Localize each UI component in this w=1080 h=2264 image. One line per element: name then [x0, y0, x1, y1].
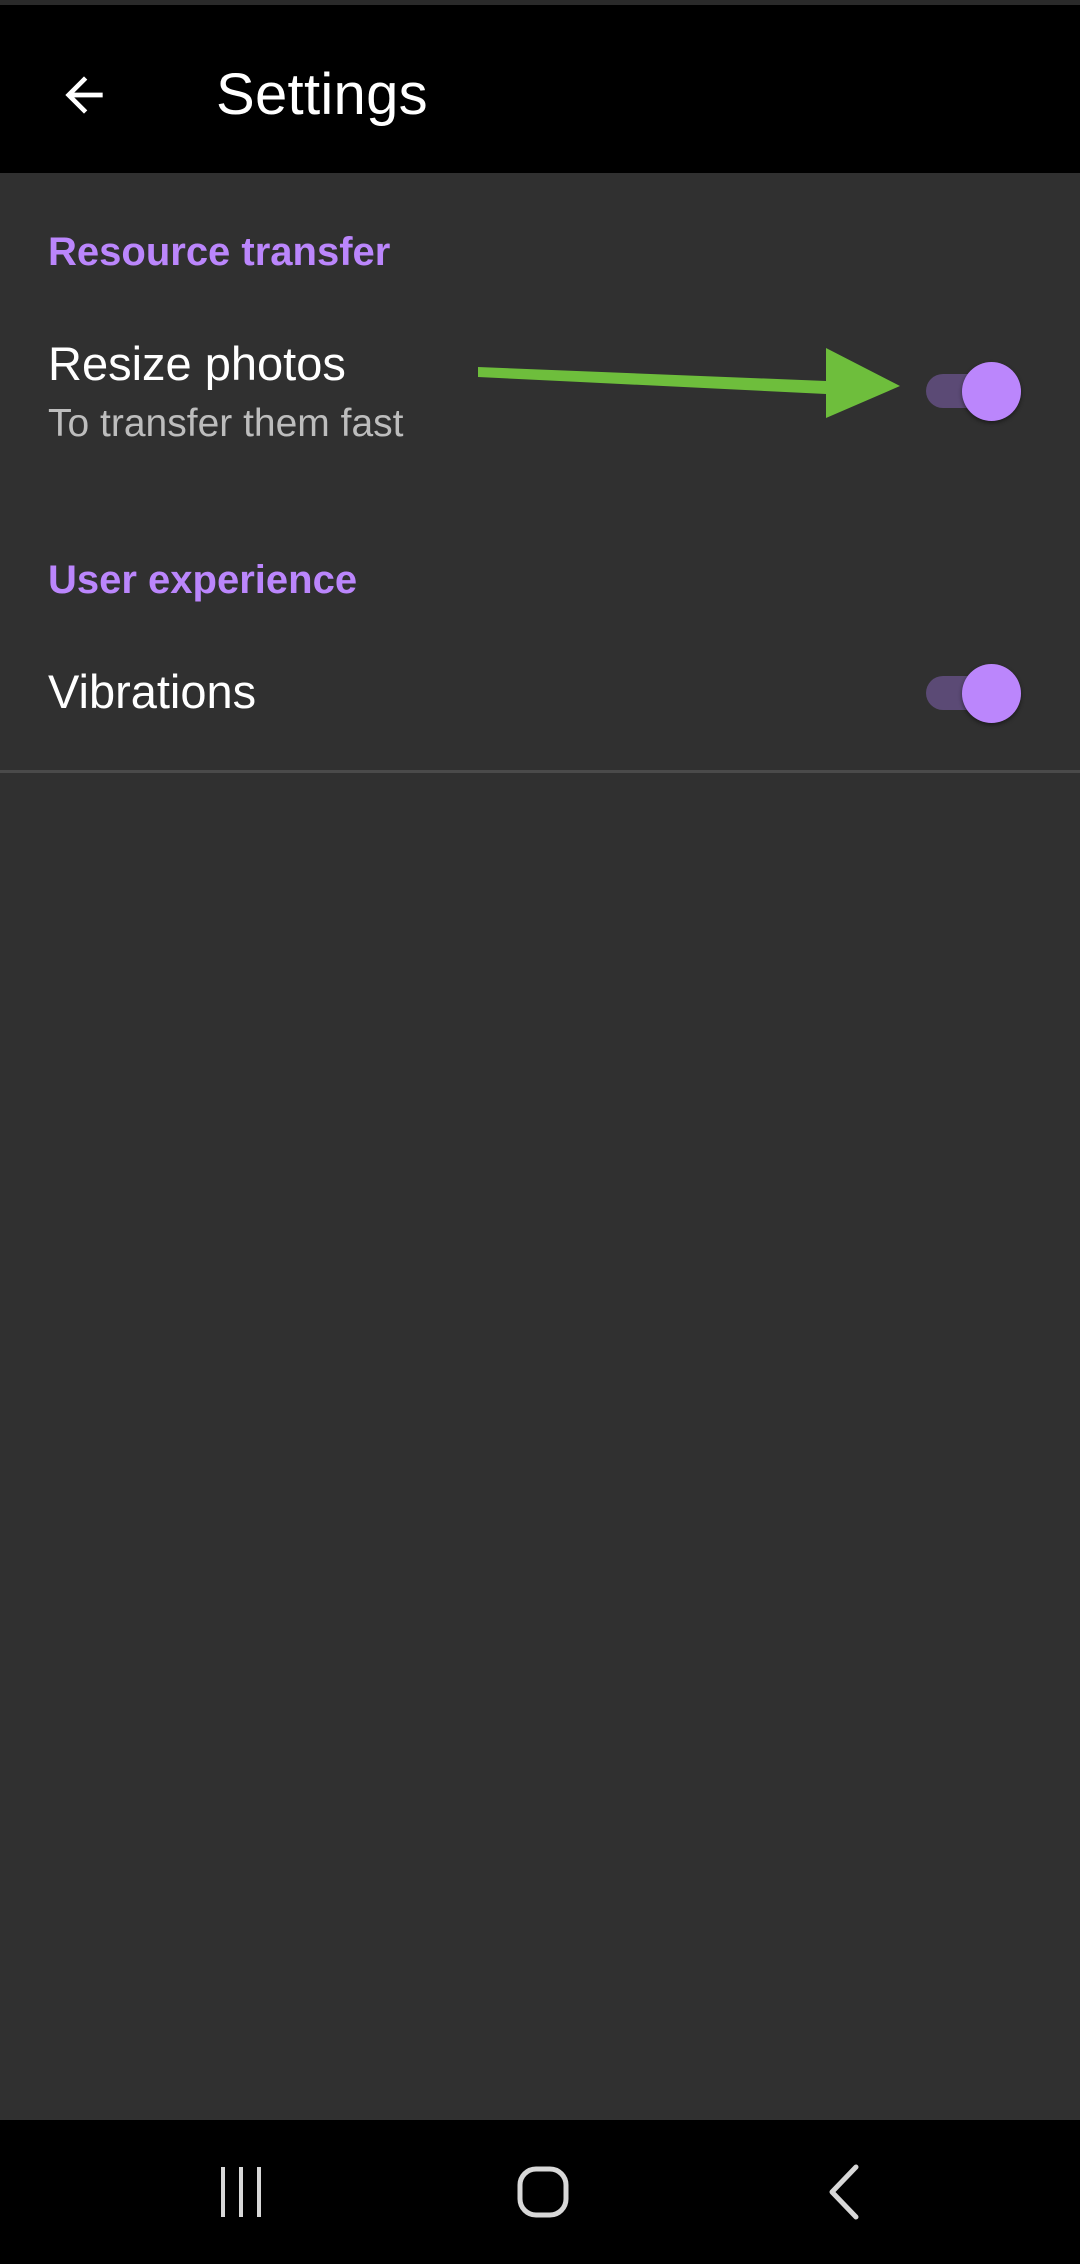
pref-summary-resize-photos: To transfer them fast: [48, 402, 404, 445]
back-button[interactable]: [38, 49, 130, 141]
pref-title-vibrations: Vibrations: [48, 665, 257, 718]
app-bar: Settings: [0, 5, 1080, 173]
system-nav-bar: [0, 2120, 1080, 2264]
home-button[interactable]: [443, 2120, 643, 2264]
settings-screen: Settings Resource transfer Resize photos…: [0, 0, 1080, 2264]
list-divider: [0, 770, 1080, 773]
switch-thumb: [962, 362, 1021, 421]
recent-apps-button[interactable]: [141, 2120, 341, 2264]
green-arrow-icon: [478, 348, 900, 418]
system-back-icon: [829, 2164, 859, 2220]
pref-row-vibrations[interactable]: Vibrations: [0, 630, 1080, 750]
section-header-resource-transfer: Resource transfer: [48, 230, 391, 274]
pref-title-resize-photos: Resize photos: [48, 337, 346, 390]
recent-apps-icon: [221, 2167, 261, 2217]
arrow-back-icon: [65, 76, 103, 114]
home-icon: [517, 2166, 569, 2218]
system-back-button[interactable]: [746, 2120, 946, 2264]
page-title: Settings: [216, 62, 428, 127]
resize-photos-switch[interactable]: [922, 354, 1022, 424]
section-header-user-experience: User experience: [48, 558, 358, 602]
vibrations-switch[interactable]: [922, 656, 1022, 726]
switch-thumb: [962, 664, 1021, 723]
